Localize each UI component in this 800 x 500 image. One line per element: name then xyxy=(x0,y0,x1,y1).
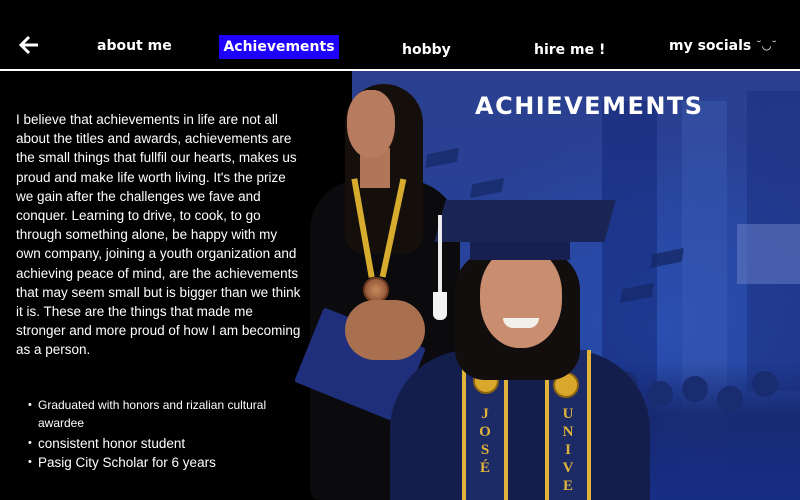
nav-hire-me[interactable]: hire me ! xyxy=(534,43,605,57)
top-nav: about me Achievements hobby hire me ! my… xyxy=(0,0,800,70)
nav-achievements-label: Achievements xyxy=(223,38,335,55)
page-title: ACHIEVEMENTS xyxy=(475,92,704,120)
nav-my-socials[interactable]: my socials ˘◡˘ xyxy=(669,39,777,53)
achievements-list: Graduated with honors and rizalian cultu… xyxy=(28,396,313,472)
nav-achievements[interactable]: Achievements xyxy=(219,35,339,59)
list-item: Pasig City Scholar for 6 years xyxy=(28,453,313,472)
list-item: consistent honor student xyxy=(28,434,313,453)
arrow-left-icon[interactable] xyxy=(18,33,40,57)
stole-right-text: UNIVE xyxy=(562,406,574,494)
achievements-paragraph: I believe that achievements in life are … xyxy=(16,112,301,358)
nav-hobby[interactable]: hobby xyxy=(402,43,451,57)
graduation-cap-icon xyxy=(434,200,616,242)
list-item: Graduated with honors and rizalian cultu… xyxy=(28,396,313,432)
nav-socials-label: my socials xyxy=(669,38,752,54)
smile-face-icon: ˘◡˘ xyxy=(756,38,777,52)
stole-left-text: JOSÉ xyxy=(479,406,491,476)
nav-about-me[interactable]: about me xyxy=(97,39,172,53)
